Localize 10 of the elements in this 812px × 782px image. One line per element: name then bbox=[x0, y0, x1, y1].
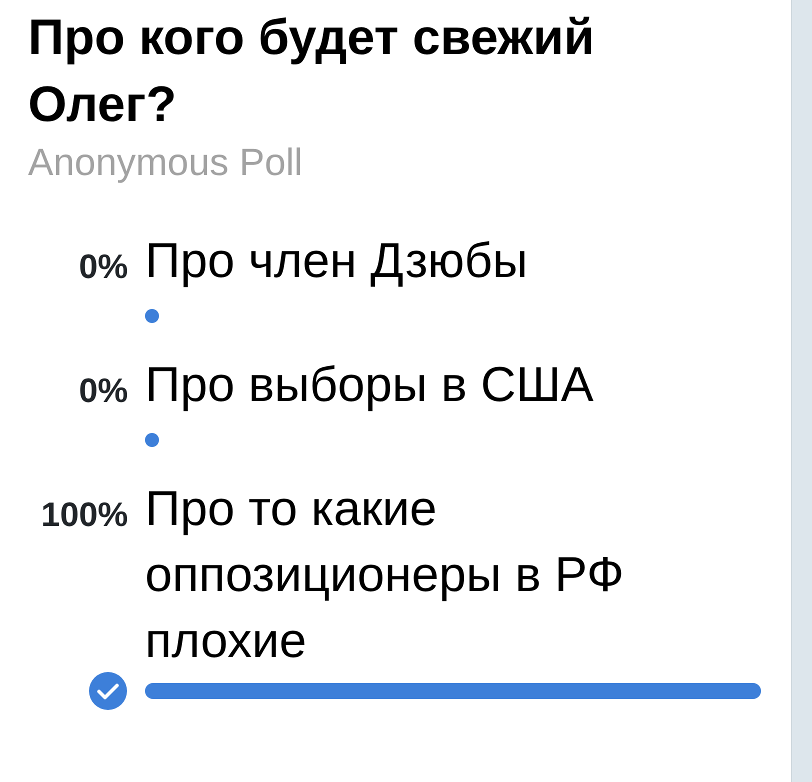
option-text: Про то какие оппозиционеры в РФ плохие bbox=[145, 482, 624, 668]
option-percent: 0% bbox=[78, 248, 128, 286]
poll-question: Про кого будет свежий Олег? bbox=[28, 8, 596, 134]
option-text: Про выборы в США bbox=[145, 358, 594, 412]
option-percent: 100% bbox=[41, 496, 128, 534]
result-dot bbox=[145, 433, 159, 447]
result-dot bbox=[145, 309, 159, 323]
poll-type-label: Anonymous Poll bbox=[28, 141, 304, 186]
option-text: Про член Дзюбы bbox=[145, 234, 528, 288]
option-percent: 0% bbox=[78, 372, 128, 410]
